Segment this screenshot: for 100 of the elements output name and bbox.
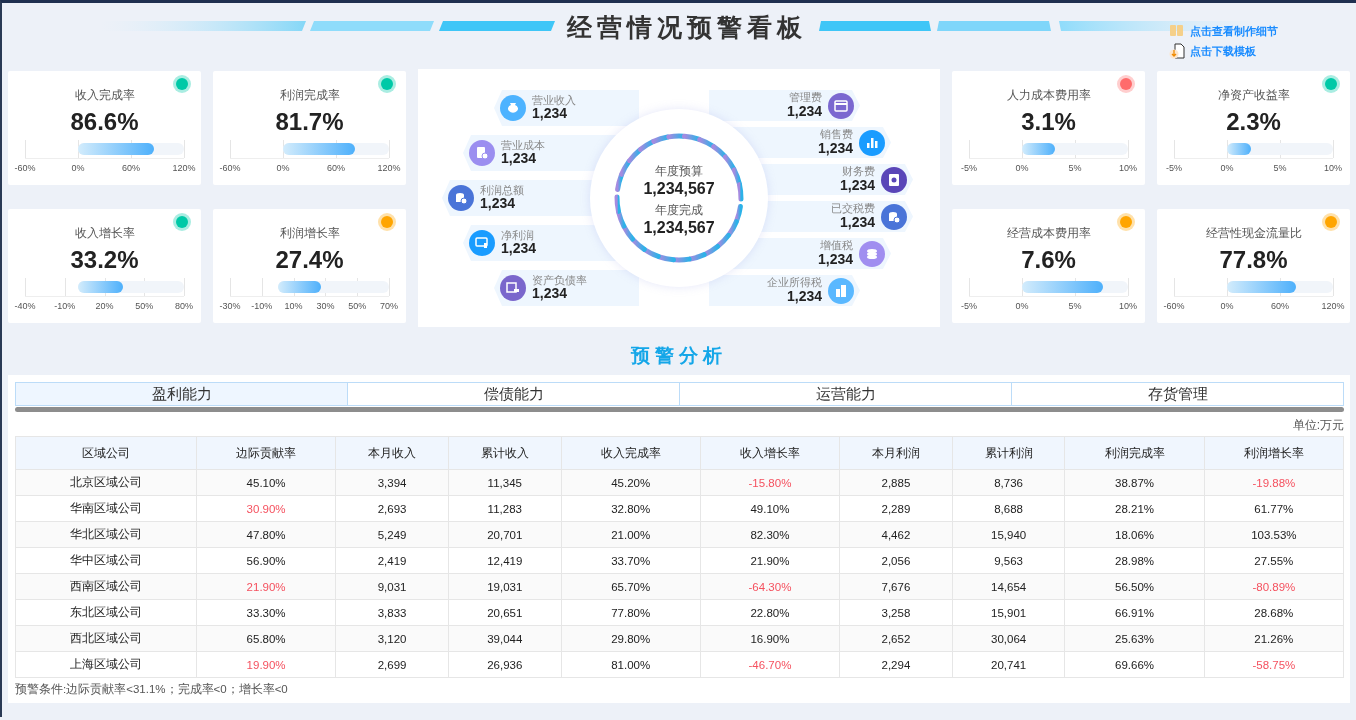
item-value: 1,234 [532,106,568,122]
item-value: 1,234 [480,196,516,212]
column-header: 累计利润 [952,436,1065,470]
item-label: 资产负债率 [532,274,587,287]
tick-label: -5% [961,163,977,173]
table-cell: 9,031 [335,573,449,600]
table-cell: -46.70% [700,651,840,678]
column-header: 利润完成率 [1064,436,1205,470]
tab[interactable]: 偿债能力 [347,383,679,405]
table-cell: 49.10% [700,495,840,522]
tick-label: 5% [1068,163,1082,173]
card-title: 利润完成率 [279,87,340,104]
column-header: 本月收入 [335,436,449,470]
tab[interactable]: 运营能力 [679,383,1011,405]
table-cell: 65.70% [561,573,701,600]
unit-label: 单位:万元 [1291,417,1344,434]
column-header: 本月利润 [839,436,953,470]
table-cell: 20,701 [448,521,562,548]
table-cell: 56.50% [1064,573,1205,600]
table-cell: 19.90% [196,651,336,678]
card-title: 收入增长率 [74,225,135,242]
card-title: 人力成本费用率 [1006,87,1091,104]
tick-label: 0% [1015,301,1029,311]
table-cell: -15.80% [700,469,840,496]
table-cell: -19.88% [1204,469,1344,496]
table-cell: 30,064 [952,625,1065,652]
table-cell: 华中区域公司 [15,547,197,574]
item-value: 1,234 [817,140,853,156]
table-cell: 22.80% [700,599,840,626]
item-label: 管理费 [789,92,822,104]
table-cell: 28.68% [1204,599,1344,626]
table-cell: 33.30% [196,599,336,626]
dial-label: 年度完成 [655,202,703,219]
tick-label: 10% [284,301,303,311]
table-cell: 20,741 [952,651,1065,678]
item-label: 已交税费 [831,203,875,215]
table-cell: 3,394 [335,469,449,496]
table-cell: 26,936 [448,651,562,678]
table-cell: 2,419 [335,547,449,574]
table-cell: 3,258 [839,599,953,626]
column-header: 区域公司 [15,436,197,470]
table-cell: 2,652 [839,625,953,652]
card-title: 经营性现金流量比 [1205,225,1302,242]
item-value: 1,234 [786,103,822,119]
tick-label: 120% [1321,301,1345,311]
tick-label: 80% [175,301,193,311]
table-cell: 47.80% [196,521,336,548]
card-title: 净资产收益率 [1217,87,1290,104]
table-cell: 77.80% [561,599,701,626]
table-cell: 29.80% [561,625,701,652]
table-cell: 16.90% [700,625,840,652]
tab[interactable]: 盈利能力 [16,383,347,405]
item-value: 1,234 [839,177,875,193]
kpi-value: 81.7% [275,108,344,136]
table-cell: 30.90% [196,495,336,522]
table-cell: 12,419 [448,547,562,574]
tick-label: -60% [14,163,36,173]
scrollbar-thumb[interactable] [15,407,1344,412]
tick-label: 0% [276,163,290,173]
tick-label: 70% [380,301,398,311]
item-label: 净利润 [501,229,535,242]
tick-label: -30% [219,301,241,311]
tick-label: 5% [1273,163,1287,173]
table-cell: 华北区域公司 [15,521,197,548]
table-cell: 18.06% [1064,521,1205,548]
table-cell: 21.90% [196,573,336,600]
table-cell: 56.90% [196,547,336,574]
tick-label: 5% [1068,301,1082,311]
tick-label: 10% [1119,163,1137,173]
table-cell: 21.00% [561,521,701,548]
item-value: 1,234 [501,151,537,167]
tick-label: 50% [135,301,154,311]
table-cell: 25.63% [1064,625,1205,652]
item-label: 销售费 [820,129,853,141]
tick-label: 50% [348,301,367,311]
dial-label: 年度预算 [655,163,703,180]
column-header: 边际贡献率 [196,436,336,470]
tab[interactable]: 存货管理 [1011,383,1343,405]
table-cell: 15,901 [952,599,1065,626]
tick-label: -10% [54,301,76,311]
table-cell: 8,688 [952,495,1065,522]
tick-label: -60% [219,163,241,173]
tick-label: 60% [1271,301,1289,311]
column-header: 累计收入 [448,436,562,470]
table-cell: -64.30% [700,573,840,600]
card-title: 经营成本费用率 [1006,225,1091,242]
item-label: 企业所得税 [767,277,822,289]
table-cell: 33.70% [561,547,701,574]
table-cell: 19,031 [448,573,562,600]
tick-label: 10% [1119,301,1137,311]
tick-label: -40% [14,301,36,311]
table-cell: 38.87% [1064,469,1205,496]
tick-label: -60% [1163,301,1185,311]
dashboard-title: 经营情况预警看板 [566,12,807,43]
table-cell: 21.26% [1204,625,1344,652]
item-label: 增值税 [820,240,853,252]
tick-label: -5% [961,301,977,311]
tick-label: 60% [327,163,345,173]
column-header: 收入增长率 [700,436,840,470]
column-header: 收入完成率 [561,436,701,470]
